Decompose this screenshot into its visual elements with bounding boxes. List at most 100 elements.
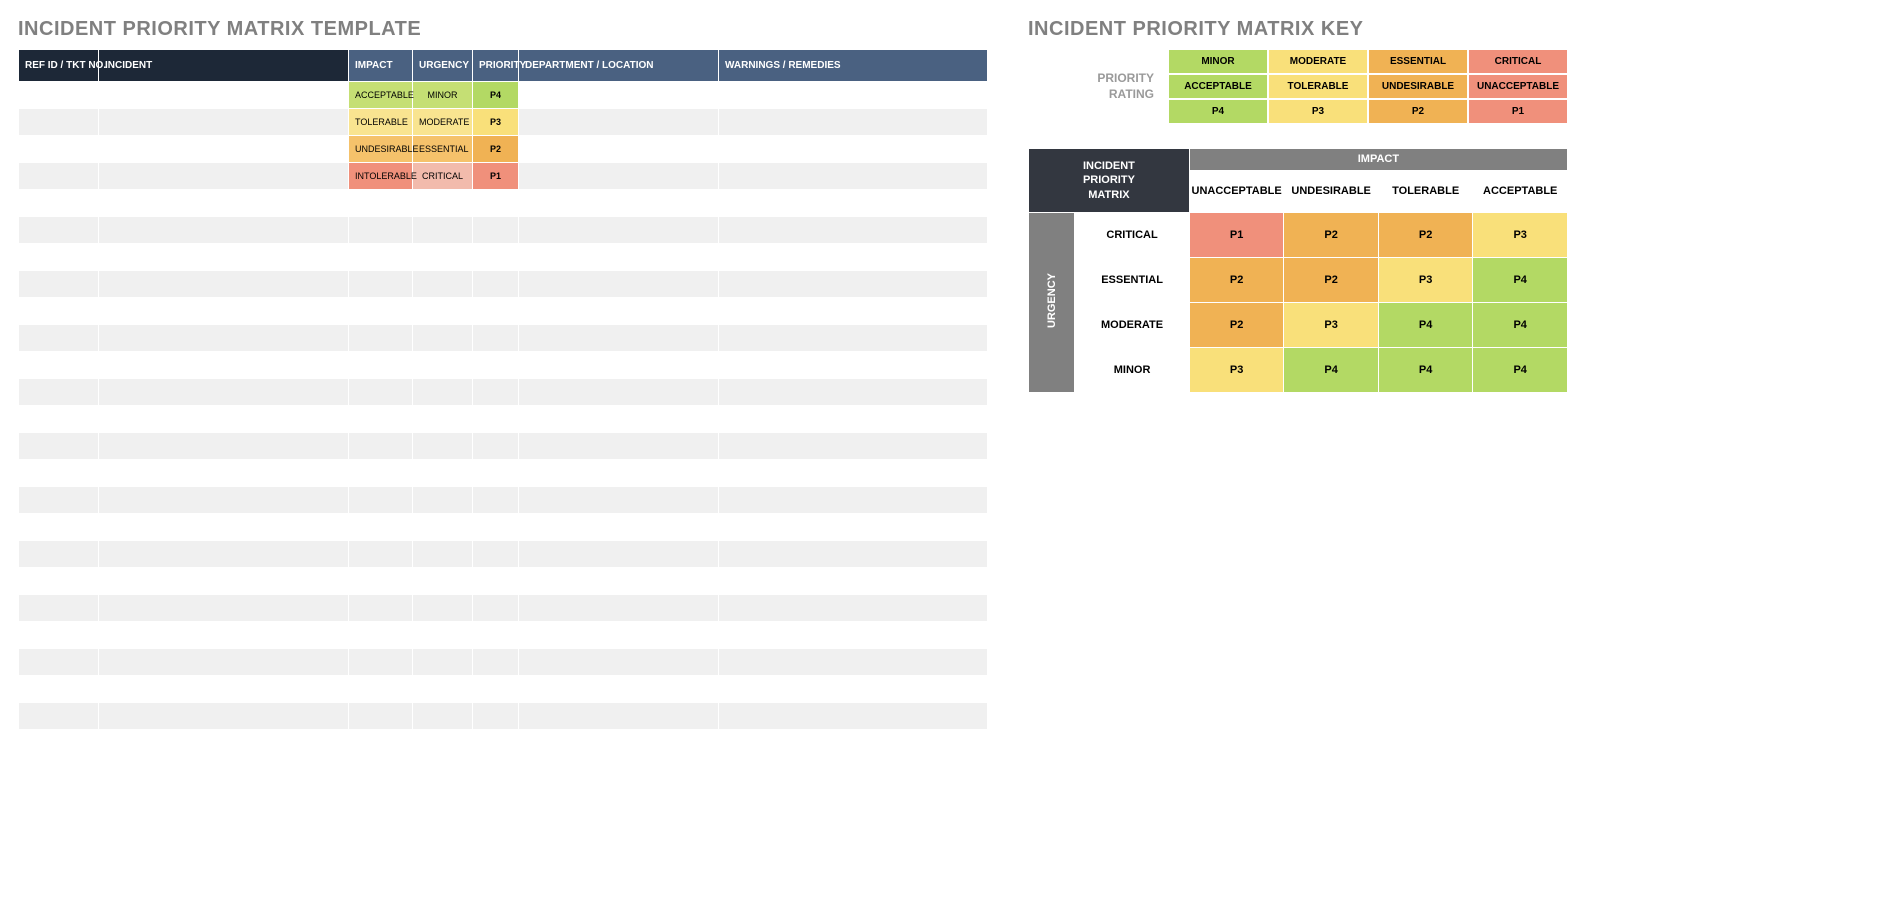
cell	[519, 298, 719, 325]
incident-table-header: REF ID / TKT NO. INCIDENT IMPACT URGENCY…	[19, 50, 988, 82]
table-row	[19, 703, 988, 730]
matrix-cell: P3	[1284, 302, 1379, 347]
cell: MODERATE	[413, 109, 473, 136]
cell	[19, 406, 99, 433]
table-row	[19, 541, 988, 568]
matrix-corner: INCIDENT PRIORITY MATRIX	[1029, 149, 1190, 213]
matrix-impact-col: TOLERABLE	[1378, 170, 1473, 212]
col-urgency: URGENCY	[413, 50, 473, 82]
cell	[413, 487, 473, 514]
col-ref: REF ID / TKT NO.	[19, 50, 99, 82]
cell	[719, 379, 988, 406]
cell	[413, 649, 473, 676]
cell	[473, 487, 519, 514]
cell	[99, 433, 349, 460]
matrix-impact-col: ACCEPTABLE	[1473, 170, 1568, 212]
table-row	[19, 595, 988, 622]
rating-top: MODERATE	[1268, 49, 1368, 74]
table-row: UNDESIRABLEESSENTIALP2	[19, 136, 988, 163]
cell	[519, 379, 719, 406]
cell	[519, 487, 719, 514]
matrix-urgency-row: MINOR	[1075, 347, 1190, 392]
cell	[19, 109, 99, 136]
matrix-cell: P2	[1189, 302, 1284, 347]
cell	[473, 433, 519, 460]
priority-rating-label: PRIORITY RATING	[1028, 49, 1168, 124]
cell	[719, 514, 988, 541]
cell	[519, 244, 719, 271]
cell: P3	[473, 109, 519, 136]
cell	[19, 703, 99, 730]
cell	[519, 271, 719, 298]
cell	[99, 487, 349, 514]
cell	[519, 568, 719, 595]
cell	[413, 244, 473, 271]
cell	[99, 649, 349, 676]
table-row	[19, 514, 988, 541]
cell	[473, 676, 519, 703]
cell	[99, 217, 349, 244]
cell	[19, 352, 99, 379]
cell	[99, 541, 349, 568]
cell	[19, 379, 99, 406]
cell	[19, 487, 99, 514]
matrix-urgency-row: ESSENTIAL	[1075, 257, 1190, 302]
cell: INTOLERABLE	[349, 163, 413, 190]
cell	[19, 649, 99, 676]
cell	[19, 190, 99, 217]
cell	[99, 595, 349, 622]
cell: ACCEPTABLE	[349, 82, 413, 109]
cell	[413, 460, 473, 487]
matrix-cell: P4	[1378, 302, 1473, 347]
cell	[413, 676, 473, 703]
cell	[19, 541, 99, 568]
table-row: TOLERABLEMODERATEP3	[19, 109, 988, 136]
cell	[473, 190, 519, 217]
cell	[719, 460, 988, 487]
rating-mid: UNDESIRABLE	[1368, 74, 1468, 99]
table-row	[19, 568, 988, 595]
cell	[473, 460, 519, 487]
cell	[19, 433, 99, 460]
cell	[719, 271, 988, 298]
matrix-cell: P4	[1473, 257, 1568, 302]
table-row	[19, 244, 988, 271]
cell: TOLERABLE	[349, 109, 413, 136]
cell	[519, 82, 719, 109]
cell	[349, 703, 413, 730]
cell	[473, 568, 519, 595]
cell	[473, 217, 519, 244]
table-row	[19, 730, 988, 757]
cell	[719, 433, 988, 460]
cell	[99, 460, 349, 487]
cell	[413, 595, 473, 622]
right-title: INCIDENT PRIORITY MATRIX KEY	[1028, 18, 1568, 41]
cell	[349, 460, 413, 487]
cell	[719, 352, 988, 379]
rating-p: P4	[1168, 99, 1268, 124]
cell	[19, 217, 99, 244]
matrix-urgency-row: CRITICAL	[1075, 212, 1190, 257]
cell	[719, 325, 988, 352]
rating-p: P1	[1468, 99, 1568, 124]
matrix-cell: P4	[1473, 302, 1568, 347]
rating-p: P3	[1268, 99, 1368, 124]
cell	[473, 730, 519, 757]
cell	[349, 406, 413, 433]
cell	[99, 82, 349, 109]
table-row	[19, 325, 988, 352]
cell	[519, 217, 719, 244]
cell	[519, 622, 719, 649]
cell	[349, 244, 413, 271]
cell: MINOR	[413, 82, 473, 109]
col-priority: PRIORITY	[473, 50, 519, 82]
cell	[519, 730, 719, 757]
matrix-impact-label: IMPACT	[1189, 149, 1567, 171]
cell	[413, 190, 473, 217]
cell: P2	[473, 136, 519, 163]
matrix-cell: P2	[1284, 212, 1379, 257]
rating-mid: ACCEPTABLE	[1168, 74, 1268, 99]
cell	[413, 514, 473, 541]
cell: ESSENTIAL	[413, 136, 473, 163]
matrix-cell: P4	[1284, 347, 1379, 392]
